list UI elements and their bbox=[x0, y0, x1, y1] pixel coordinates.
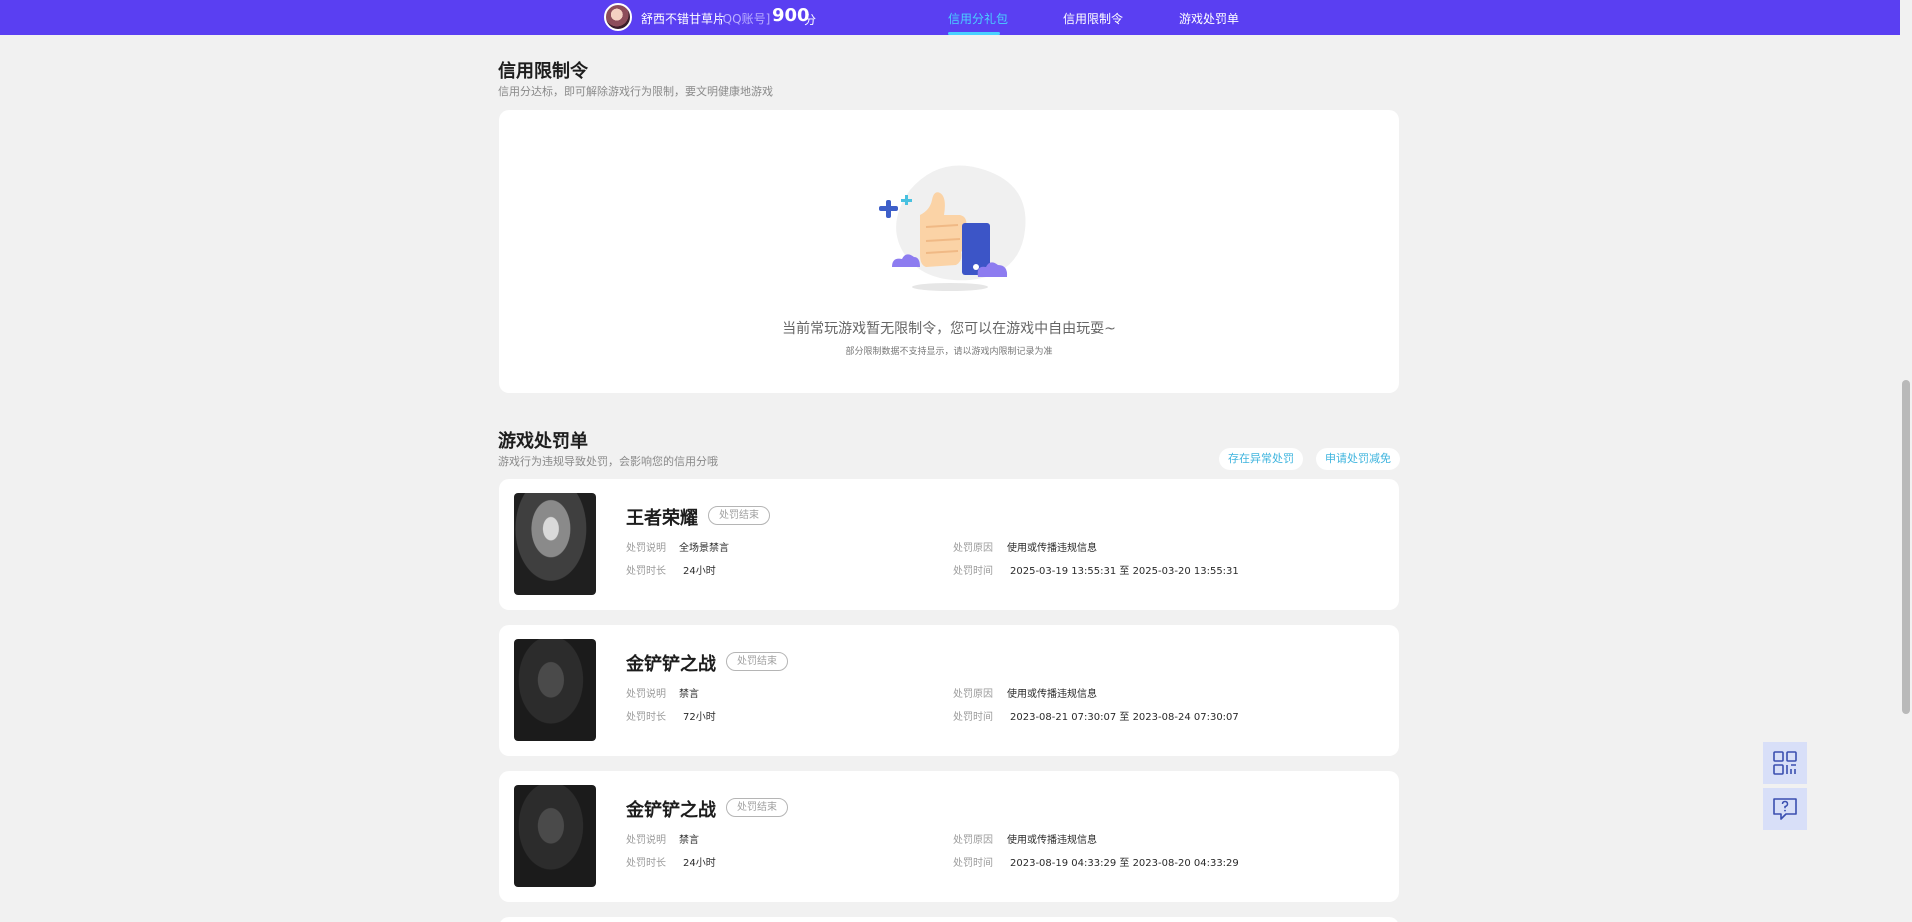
time-label: 处罚时间 bbox=[953, 858, 993, 869]
feedback-button[interactable] bbox=[1763, 788, 1807, 830]
time-value: 2023-08-19 04:33:29 至 2023-08-20 04:33:2… bbox=[1010, 858, 1239, 869]
game-name: 金铲铲之战 bbox=[626, 800, 716, 821]
duration-label: 处罚时长 bbox=[626, 858, 666, 869]
time-label: 处罚时间 bbox=[953, 566, 993, 577]
tab-credit-gift[interactable]: 信用分礼包 bbox=[948, 10, 1008, 27]
duration-label: 处罚时长 bbox=[626, 566, 666, 577]
penalty-card: 金铲铲之战 处罚结束 处罚说明 禁言 处罚时长 72小时 处罚原因 使用或传播违… bbox=[499, 625, 1399, 756]
duration-value: 72小时 bbox=[683, 712, 716, 723]
game-name: 金铲铲之战 bbox=[626, 654, 716, 675]
reason-value: 使用或传播违规信息 bbox=[1007, 689, 1097, 700]
user-nickname: 舒西不错甘草片 bbox=[641, 12, 726, 26]
penalty-card: 金铲铲之战 处罚结束 处罚说明 禁言 处罚时长 24小时 处罚原因 使用或传播违… bbox=[499, 771, 1399, 902]
duration-label: 处罚时长 bbox=[626, 712, 666, 723]
qr-code-button[interactable] bbox=[1763, 742, 1807, 784]
restriction-title: 信用限制令 bbox=[498, 61, 588, 82]
game-thumbnail bbox=[514, 785, 596, 887]
tab-game-penalty[interactable]: 游戏处罚单 bbox=[1179, 10, 1239, 27]
time-value: 2023-08-21 07:30:07 至 2023-08-24 07:30:0… bbox=[1010, 712, 1239, 723]
top-bar: 舒西不错甘草片 [QQ账号] 900 分 信用分礼包 信用限制令 游戏处罚单 bbox=[0, 0, 1900, 35]
avatar[interactable] bbox=[604, 3, 632, 31]
game-thumbnail bbox=[514, 639, 596, 741]
reason-label: 处罚原因 bbox=[953, 835, 993, 846]
qr-code-icon bbox=[1773, 751, 1797, 775]
reason-label: 处罚原因 bbox=[953, 689, 993, 700]
desc-label: 处罚说明 bbox=[626, 835, 666, 846]
reason-value: 使用或传播违规信息 bbox=[1007, 543, 1097, 554]
game-thumbnail bbox=[514, 493, 596, 595]
account-type: [QQ账号] bbox=[718, 12, 771, 26]
active-tab-indicator bbox=[948, 32, 1000, 35]
thumbs-up-illustration bbox=[879, 165, 1026, 291]
desc-value: 禁言 bbox=[679, 689, 699, 700]
time-label: 处罚时间 bbox=[953, 712, 993, 723]
scrollbar-thumb[interactable] bbox=[1902, 380, 1910, 714]
abnormal-penalty-button[interactable]: 存在异常处罚 bbox=[1219, 448, 1303, 470]
desc-label: 处罚说明 bbox=[626, 689, 666, 700]
desc-label: 处罚说明 bbox=[626, 543, 666, 554]
game-name: 王者荣耀 bbox=[626, 508, 698, 529]
status-badge: 处罚结束 bbox=[726, 798, 788, 817]
duration-value: 24小时 bbox=[683, 566, 716, 577]
restriction-subtitle: 信用分达标，即可解除游戏行为限制，要文明健康地游戏 bbox=[498, 85, 773, 98]
feedback-icon bbox=[1773, 798, 1797, 820]
desc-value: 全场景禁言 bbox=[679, 543, 729, 554]
status-badge: 处罚结束 bbox=[726, 652, 788, 671]
status-badge: 处罚结束 bbox=[708, 506, 770, 525]
penalty-subtitle: 游戏行为违规导致处罚，会影响您的信用分哦 bbox=[498, 455, 718, 468]
empty-message: 当前常玩游戏暂无限制令，您可以在游戏中自由玩耍~ bbox=[782, 321, 1116, 337]
desc-value: 禁言 bbox=[679, 835, 699, 846]
apply-penalty-reduction-button[interactable]: 申请处罚减免 bbox=[1316, 448, 1400, 470]
duration-value: 24小时 bbox=[683, 858, 716, 869]
penalty-card bbox=[499, 917, 1399, 922]
time-value: 2025-03-19 13:55:31 至 2025-03-20 13:55:3… bbox=[1010, 566, 1239, 577]
penalty-title: 游戏处罚单 bbox=[498, 431, 588, 452]
credit-score-unit: 分 bbox=[804, 13, 817, 27]
reason-value: 使用或传播违规信息 bbox=[1007, 835, 1097, 846]
penalty-card: 王者荣耀 处罚结束 处罚说明 全场景禁言 处罚时长 24小时 处罚原因 使用或传… bbox=[499, 479, 1399, 610]
empty-note: 部分限制数据不支持显示，请以游戏内限制记录为准 bbox=[845, 347, 1053, 357]
reason-label: 处罚原因 bbox=[953, 543, 993, 554]
tab-credit-restriction[interactable]: 信用限制令 bbox=[1063, 10, 1123, 27]
